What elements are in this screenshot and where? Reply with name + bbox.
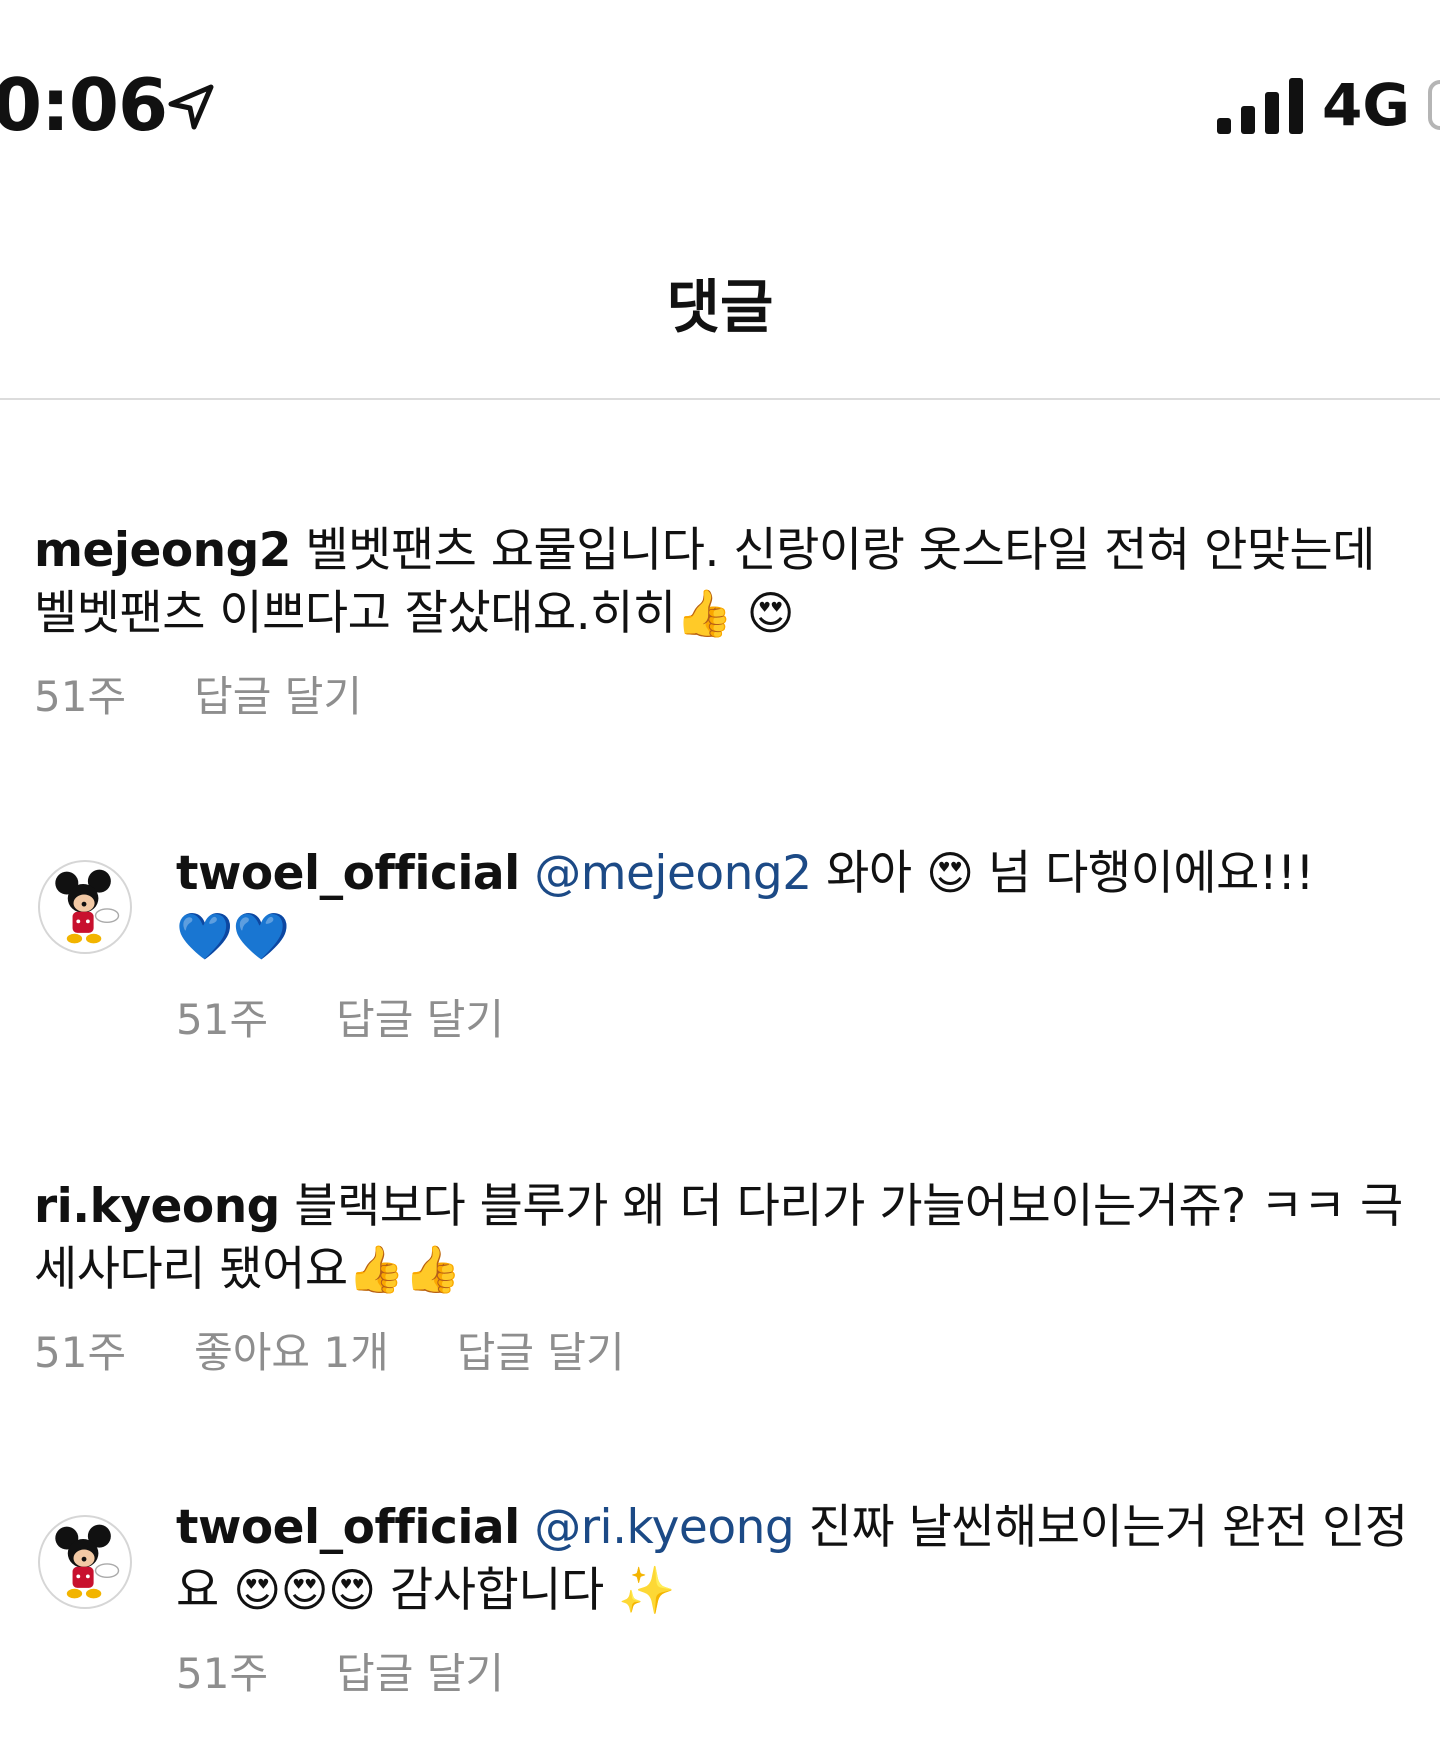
avatar[interactable] bbox=[38, 1515, 132, 1609]
sparkles-emoji: ✨ bbox=[618, 1563, 675, 1617]
blue-heart-emoji: 💙💙 bbox=[176, 909, 290, 963]
comment-username[interactable]: twoel_official bbox=[176, 1500, 520, 1555]
comment-message: 와아 bbox=[811, 846, 927, 901]
comments-header: 댓글 bbox=[0, 250, 1440, 400]
comment-text: twoel_official @ri.kyeong 진짜 날씬해보이는거 완전 … bbox=[176, 1497, 1436, 1622]
comment-timestamp: 51주 bbox=[176, 1649, 269, 1698]
thumbs-up-heart-eyes-emoji: 👍 😍 bbox=[675, 586, 795, 640]
page-title: 댓글 bbox=[666, 273, 774, 341]
mouse-character-avatar-icon bbox=[55, 1524, 120, 1599]
network-type: 4G bbox=[1322, 71, 1410, 139]
reply-button[interactable]: 답글 달기 bbox=[336, 1646, 504, 1702]
comment-meta: 51주 좋아요 1개 답글 달기 bbox=[34, 1325, 1414, 1381]
comment-username[interactable]: ri.kyeong bbox=[34, 1179, 280, 1234]
status-bar: 0:06 4G bbox=[0, 0, 1440, 200]
comment-mention-link[interactable]: @ri.kyeong bbox=[534, 1500, 794, 1555]
comment-item: mejeong2 벨벳팬츠 요물입니다. 신랑이랑 옷스타일 전혀 안맞는데 벨… bbox=[34, 520, 1414, 725]
comment-message-continued: 감사합니다 bbox=[375, 1563, 619, 1618]
comment-text: ri.kyeong 블랙보다 블루가 왜 더 다리가 가늘어보이는거쥬? ㅋㅋ … bbox=[34, 1176, 1414, 1301]
comment-meta: 51주 답글 달기 bbox=[34, 669, 1414, 725]
reply-button[interactable]: 답글 달기 bbox=[194, 669, 362, 725]
reply-button[interactable]: 답글 달기 bbox=[457, 1325, 625, 1381]
status-time: 0:06 bbox=[0, 63, 168, 147]
avatar[interactable] bbox=[38, 860, 132, 954]
comment-timestamp: 51주 bbox=[34, 672, 127, 721]
likes-count[interactable]: 좋아요 1개 bbox=[194, 1325, 389, 1381]
comment-timestamp: 51주 bbox=[34, 1328, 127, 1377]
heart-eyes-emoji: 😍😍😍 bbox=[233, 1563, 376, 1617]
comment-username[interactable]: twoel_official bbox=[176, 846, 520, 901]
comment-mention-link[interactable]: @mejeong2 bbox=[534, 846, 812, 901]
reply-button[interactable]: 답글 달기 bbox=[336, 992, 504, 1048]
comment-message-continued: 넘 다행이에요!!! bbox=[973, 846, 1314, 901]
battery-icon bbox=[1428, 80, 1440, 130]
comment-username[interactable]: mejeong2 bbox=[34, 523, 291, 578]
reply-comment-item: twoel_official @ri.kyeong 진짜 날씬해보이는거 완전 … bbox=[38, 1497, 1418, 1702]
heart-eyes-emoji: 😍 bbox=[926, 846, 974, 900]
thumbs-up-emoji: 👍👍 bbox=[347, 1242, 462, 1296]
comment-item: ri.kyeong 블랙보다 블루가 왜 더 다리가 가늘어보이는거쥬? ㅋㅋ … bbox=[34, 1176, 1414, 1381]
comment-text: twoel_official @mejeong2 와아 😍 넘 다행이에요!!!… bbox=[176, 842, 1436, 968]
comment-meta: 51주 답글 달기 bbox=[176, 1646, 1418, 1702]
cellular-signal-icon bbox=[1217, 78, 1303, 134]
comment-text: mejeong2 벨벳팬츠 요물입니다. 신랑이랑 옷스타일 전혀 안맞는데 벨… bbox=[34, 520, 1414, 645]
comment-meta: 51주 답글 달기 bbox=[176, 992, 1418, 1048]
reply-comment-item: twoel_official @mejeong2 와아 😍 넘 다행이에요!!!… bbox=[38, 842, 1418, 1048]
mouse-character-avatar-icon bbox=[55, 869, 120, 944]
location-arrow-icon bbox=[168, 84, 214, 130]
comment-timestamp: 51주 bbox=[176, 995, 269, 1044]
